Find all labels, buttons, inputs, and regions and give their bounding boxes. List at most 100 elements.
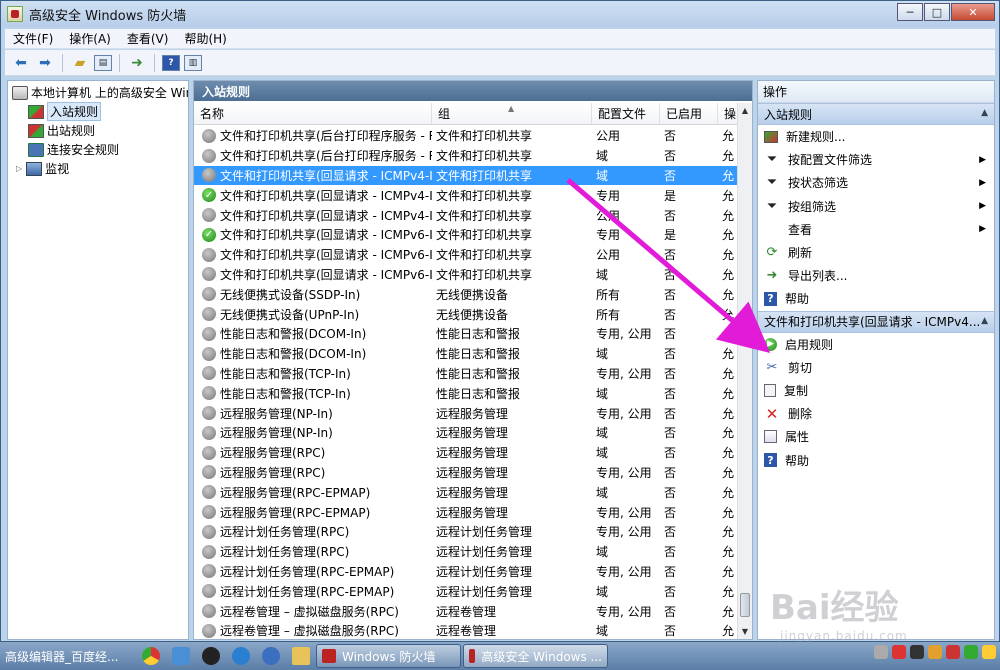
column-profile[interactable]: 配置文件	[592, 103, 660, 124]
action-item[interactable]: 新建规则...	[758, 125, 994, 148]
up-folder-icon[interactable]: ▰	[70, 53, 90, 73]
action-item[interactable]: ✕ 删除	[758, 402, 994, 425]
rule-group-cell: 无线便携设备	[436, 287, 509, 302]
collapse-icon[interactable]: ▲	[981, 108, 988, 118]
show-hide-console-tree-icon[interactable]: ▤	[94, 54, 112, 71]
tree-item-label: 监视	[45, 162, 70, 176]
menu-view[interactable]: 查看(V)	[119, 30, 177, 47]
tree-item-connection-security-rules[interactable]: 连接安全规则	[8, 140, 188, 159]
action-item[interactable]: 属性	[758, 425, 994, 448]
scroll-down-icon[interactable]: ▼	[738, 624, 752, 639]
table-row[interactable]: 远程卷管理 – 虚拟磁盘服务(RPC) 远程卷管理 域 否 允	[194, 621, 739, 641]
table-row[interactable]: 远程计划任务管理(RPC-EPMAP) 远程计划任务管理 专用, 公用否 允	[194, 562, 739, 582]
qq-tray-icon[interactable]	[910, 645, 924, 659]
filter-icon: ⏷	[766, 198, 778, 214]
table-row[interactable]: 远程计划任务管理(RPC) 远程计划任务管理 专用, 公用否 允	[194, 522, 739, 542]
security-icon[interactable]	[892, 645, 906, 659]
forward-arrow-icon[interactable]: ➡	[35, 53, 55, 73]
export-list-icon[interactable]: ➜	[127, 53, 147, 73]
collapse-icon[interactable]: ▲	[981, 316, 988, 326]
column-action[interactable]: 操	[718, 103, 739, 124]
table-row[interactable]: 文件和打印机共享(后台打印程序服务 - R... 文件和打印机共享 域 否 允	[194, 146, 739, 166]
column-group[interactable]: ▲ 组	[432, 103, 592, 124]
column-name[interactable]: 名称	[194, 103, 432, 124]
action-item[interactable]: 复制	[758, 379, 994, 402]
back-arrow-icon[interactable]: ⬅	[11, 53, 31, 73]
action-item[interactable]: ⏷ 按组筛选 ▶	[758, 195, 994, 218]
maximize-button[interactable]: □	[924, 3, 950, 21]
table-row[interactable]: 远程服务管理(NP-In) 远程服务管理 专用, 公用否 允	[194, 403, 739, 423]
close-button[interactable]: ✕	[951, 3, 995, 21]
table-row[interactable]: 文件和打印机共享(后台打印程序服务 - R... 文件和打印机共享 公用 否 允	[194, 126, 739, 146]
tray-app-icon[interactable]	[982, 645, 996, 659]
expand-arrow-icon[interactable]: ▷	[16, 164, 22, 173]
rule-group-cell: 性能日志和警报	[436, 386, 521, 401]
table-row[interactable]: 文件和打印机共享(回显请求 - ICMPv4-In) 文件和打印机共享 公用 否 允	[194, 205, 739, 225]
ie-icon[interactable]	[256, 644, 286, 668]
qq-icon[interactable]	[196, 644, 226, 668]
action-item[interactable]: 查看 ▶	[758, 218, 994, 241]
minimize-button[interactable]: ─	[897, 3, 923, 21]
action-item[interactable]: ⏷ 按配置文件筛选 ▶	[758, 148, 994, 171]
action-item[interactable]: ➜ 导出列表...	[758, 264, 994, 287]
scrollbar-thumb[interactable]	[740, 593, 750, 617]
table-row[interactable]: 性能日志和警报(DCOM-In) 性能日志和警报 专用, 公用否 允	[194, 324, 739, 344]
rule-profile-cell: 域	[596, 624, 609, 639]
action-item[interactable]: ✂ 剪切	[758, 356, 994, 379]
taskbar-item-advanced-firewall[interactable]: 高级安全 Windows ...	[463, 644, 608, 668]
show-action-pane-icon[interactable]: ▥	[184, 54, 202, 71]
network-icon[interactable]	[166, 644, 196, 668]
table-row[interactable]: 远程计划任务管理(RPC) 远程计划任务管理 域 否 允	[194, 542, 739, 562]
table-row[interactable]: 远程服务管理(RPC) 远程服务管理 专用, 公用否 允	[194, 463, 739, 483]
table-row[interactable]: 远程服务管理(RPC-EPMAP) 远程服务管理 专用, 公用否 允	[194, 502, 739, 522]
actions-section-selected-rule[interactable]: 文件和打印机共享(回显请求 - ICMPv4... ▲	[758, 310, 994, 333]
taskbar-item-windows-firewall[interactable]: Windows 防火墙	[316, 644, 461, 668]
tree-item-outbound-rules[interactable]: 出站规则	[8, 121, 188, 140]
table-row[interactable]: 远程服务管理(RPC) 远程服务管理 域 否 允	[194, 443, 739, 463]
tree-item-inbound-rules[interactable]: 入站规则	[8, 102, 188, 121]
rule-action-cell: 允	[722, 525, 735, 540]
table-row[interactable]: 无线便携式设备(UPnP-In) 无线便携设备 所有 否 允	[194, 304, 739, 324]
table-row[interactable]: 性能日志和警报(DCOM-In) 性能日志和警报 域 否 允	[194, 344, 739, 364]
table-row[interactable]: 文件和打印机共享(回显请求 - ICMPv6-In) 文件和打印机共享 域 否 允	[194, 265, 739, 285]
table-row[interactable]: 远程计划任务管理(RPC-EPMAP) 远程计划任务管理 域 否 允	[194, 581, 739, 601]
menu-file[interactable]: 文件(F)	[5, 30, 61, 47]
help-toolbar-icon[interactable]: ?	[162, 54, 180, 71]
scroll-up-icon[interactable]: ▲	[738, 103, 752, 118]
table-row[interactable]: 远程服务管理(NP-In) 远程服务管理 域 否 允	[194, 423, 739, 443]
actions-section-inbound[interactable]: 入站规则 ▲	[758, 103, 994, 125]
vertical-scrollbar[interactable]: ▲ ▼	[737, 103, 752, 639]
table-row[interactable]: 性能日志和警报(TCP-In) 性能日志和警报 域 否 允	[194, 383, 739, 403]
tree-item-root[interactable]: 本地计算机 上的高级安全 Windows 防火墙	[8, 83, 188, 102]
chrome-icon[interactable]	[136, 644, 166, 668]
taskbar-item-editor[interactable]: 高级编辑器_百度经...	[0, 644, 134, 668]
table-row[interactable]: 无线便携式设备(SSDP-In) 无线便携设备 所有 否 允	[194, 284, 739, 304]
tray-app-icon[interactable]	[928, 645, 942, 659]
table-row[interactable]: 文件和打印机共享(回显请求 - ICMPv6-In) 文件和打印机共享 专用 是 允	[194, 225, 739, 245]
table-row[interactable]: 远程卷管理 – 虚拟磁盘服务(RPC) 远程卷管理 专用, 公用否 允	[194, 601, 739, 621]
action-item[interactable]: ▶ 启用规则	[758, 333, 994, 356]
table-row[interactable]: 远程服务管理(RPC-EPMAP) 远程服务管理 域 否 允	[194, 482, 739, 502]
table-row[interactable]: 文件和打印机共享(回显请求 - ICMPv4-In) 文件和打印机共享 域 否 允	[194, 165, 739, 186]
disabled-rule-icon	[202, 623, 216, 638]
tray-app-icon[interactable]	[964, 645, 978, 659]
firewall-icon	[12, 85, 28, 100]
disabled-rule-icon	[202, 247, 216, 262]
table-row[interactable]: 性能日志和警报(TCP-In) 性能日志和警报 专用, 公用否 允	[194, 364, 739, 384]
menu-help[interactable]: 帮助(H)	[176, 30, 234, 47]
action-item[interactable]: ? 帮助	[758, 287, 994, 310]
tray-app-icon[interactable]	[946, 645, 960, 659]
tree-item-monitoring[interactable]: ▷ 监视	[8, 159, 188, 178]
explorer-icon[interactable]	[286, 644, 316, 668]
table-row[interactable]: 文件和打印机共享(回显请求 - ICMPv6-In) 文件和打印机共享 公用 否 允	[194, 245, 739, 265]
column-enabled[interactable]: 已启用	[660, 103, 718, 124]
rule-enabled-cell: 否	[664, 624, 677, 639]
menu-action[interactable]: 操作(A)	[61, 30, 119, 47]
browser-icon[interactable]	[226, 644, 256, 668]
action-item[interactable]: ? 帮助	[758, 448, 994, 471]
action-item[interactable]: ⟳ 刷新	[758, 241, 994, 264]
keyboard-icon[interactable]	[874, 645, 888, 659]
title-bar[interactable]: 高级安全 Windows 防火墙 ─ □ ✕	[1, 1, 999, 27]
action-item[interactable]: ⏷ 按状态筛选 ▶	[758, 171, 994, 194]
table-row[interactable]: 文件和打印机共享(回显请求 - ICMPv4-In) 文件和打印机共享 专用 是 允	[194, 185, 739, 205]
